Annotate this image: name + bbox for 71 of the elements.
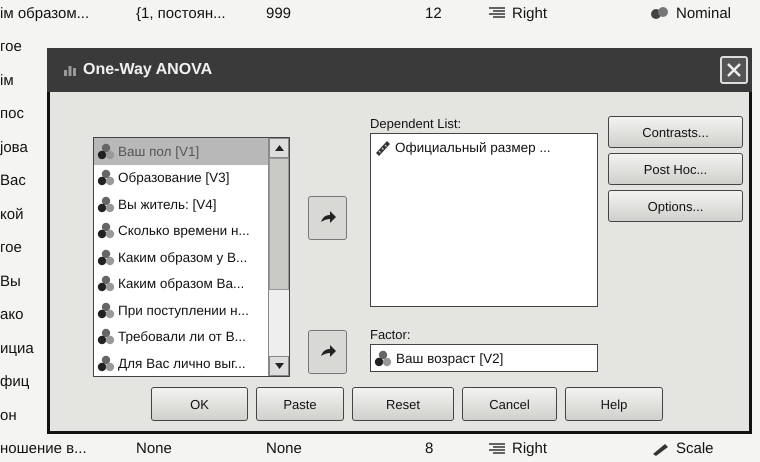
nominal-measure-icon (650, 6, 670, 20)
table-cell: 8 (425, 440, 434, 458)
down-arrow-icon (274, 363, 284, 369)
table-cell: Вы (0, 272, 21, 290)
variable-icon (97, 302, 115, 319)
table-cell: 12 (425, 4, 442, 22)
dialog-button[interactable]: Contrasts... (608, 116, 743, 148)
variable-icon (97, 142, 115, 160)
table-cell: ициа (0, 340, 34, 357)
dialog-button[interactable]: Cancel (462, 387, 557, 421)
up-arrow-icon (274, 145, 284, 151)
table-cell: ім (0, 72, 14, 89)
variable-icon (97, 354, 115, 372)
dialog-button[interactable]: Post Hoc... (608, 153, 743, 185)
dialog-button[interactable]: OK (151, 387, 248, 421)
table-cell: Right (512, 440, 548, 458)
align-right-icon (488, 442, 506, 455)
variable-icon (97, 196, 115, 213)
chart-icon (63, 63, 77, 77)
right-arrow-icon (318, 344, 336, 360)
table-cell: јова (0, 138, 28, 156)
table-cell: {1, постоян... (136, 4, 226, 22)
close-button[interactable] (720, 56, 748, 84)
variable-item[interactable]: Для Вас лично выг... (94, 350, 268, 376)
factor-field[interactable]: Ваш возраст [V2] (370, 344, 598, 372)
variable-icon (374, 350, 392, 366)
table-cell: гое (0, 38, 22, 56)
move-button[interactable] (308, 330, 347, 374)
variable-item[interactable]: Каким образом Ва... (94, 270, 268, 297)
window-title: One-Way ANOVA (83, 61, 214, 79)
variable-icon (97, 169, 115, 186)
variable-icon (97, 222, 115, 240)
ruler-icon (374, 138, 392, 156)
variable-item[interactable]: Требовали ли от В... (94, 324, 268, 350)
table-cell: он (0, 406, 17, 424)
dependent-list-label: Dependent List: (370, 116, 462, 133)
variable-icon (97, 275, 115, 292)
table-cell: пос (0, 105, 24, 122)
dialog-button[interactable]: Reset (352, 387, 454, 421)
right-arrow-icon (318, 210, 336, 226)
factor-label: Factor: (370, 327, 412, 344)
table-cell: Nominal (676, 4, 732, 22)
table-cell: кой (0, 206, 24, 223)
table-cell: Right (512, 4, 548, 22)
table-cell: ім образом... (0, 4, 90, 22)
table-cell: фиц (0, 373, 30, 390)
move-button[interactable] (308, 196, 347, 240)
table-cell: None (266, 440, 302, 458)
dialog-button[interactable]: Options... (608, 190, 743, 222)
variable-item[interactable]: Каким образом у В... (94, 244, 268, 270)
dialog-button[interactable]: Paste (256, 387, 344, 421)
scrollbar[interactable] (268, 138, 289, 376)
variable-icon (97, 328, 115, 346)
table-cell: 999 (266, 4, 292, 22)
table-cell: ако (0, 306, 24, 324)
variable-item[interactable]: Сколько времени н... (94, 218, 268, 244)
scrollbar-thumb[interactable] (269, 158, 289, 290)
variable-item[interactable]: Образование [V3] (94, 164, 268, 191)
variable-item[interactable]: Вы житель: [V4] (94, 191, 268, 218)
dialog-button[interactable]: Help (565, 387, 663, 421)
variable-item[interactable]: При поступлении н... (94, 297, 268, 324)
variable-icon (97, 248, 115, 266)
table-cell: гое (0, 239, 22, 256)
table-cell: Scale (676, 440, 714, 458)
table-cell: Вас (0, 172, 26, 190)
variable-item[interactable]: Ваш пол [V1] (94, 138, 268, 164)
align-right-icon (488, 7, 506, 19)
table-cell: None (136, 440, 172, 458)
variable-item[interactable]: Официальный размер ... (371, 134, 597, 160)
table-cell: ношение в... (0, 440, 87, 458)
close-icon (726, 62, 742, 78)
